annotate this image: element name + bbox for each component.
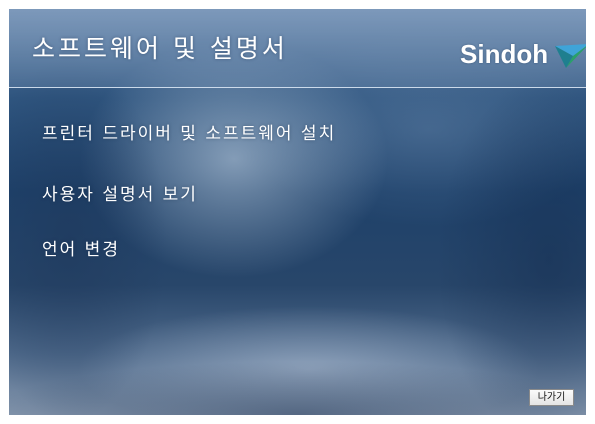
menu-item-change-language[interactable]: 언어 변경	[42, 235, 120, 260]
exit-button[interactable]: 나가기	[529, 389, 574, 406]
sindoh-logo-arrow-icon	[555, 44, 586, 68]
installer-window: 소프트웨어 및 설명서 Sindoh 프린터 드라이버 및 소프트웨어 설치 사…	[9, 9, 586, 415]
window-title: 소프트웨어 및 설명서	[32, 34, 288, 63]
menu-item-install-driver-software[interactable]: 프린터 드라이버 및 소프트웨어 설치	[42, 119, 336, 144]
brand-name: Sindoh	[460, 39, 549, 69]
menu-item-view-user-manual[interactable]: 사용자 설명서 보기	[42, 180, 198, 205]
header-bar: 소프트웨어 및 설명서 Sindoh	[9, 9, 586, 88]
